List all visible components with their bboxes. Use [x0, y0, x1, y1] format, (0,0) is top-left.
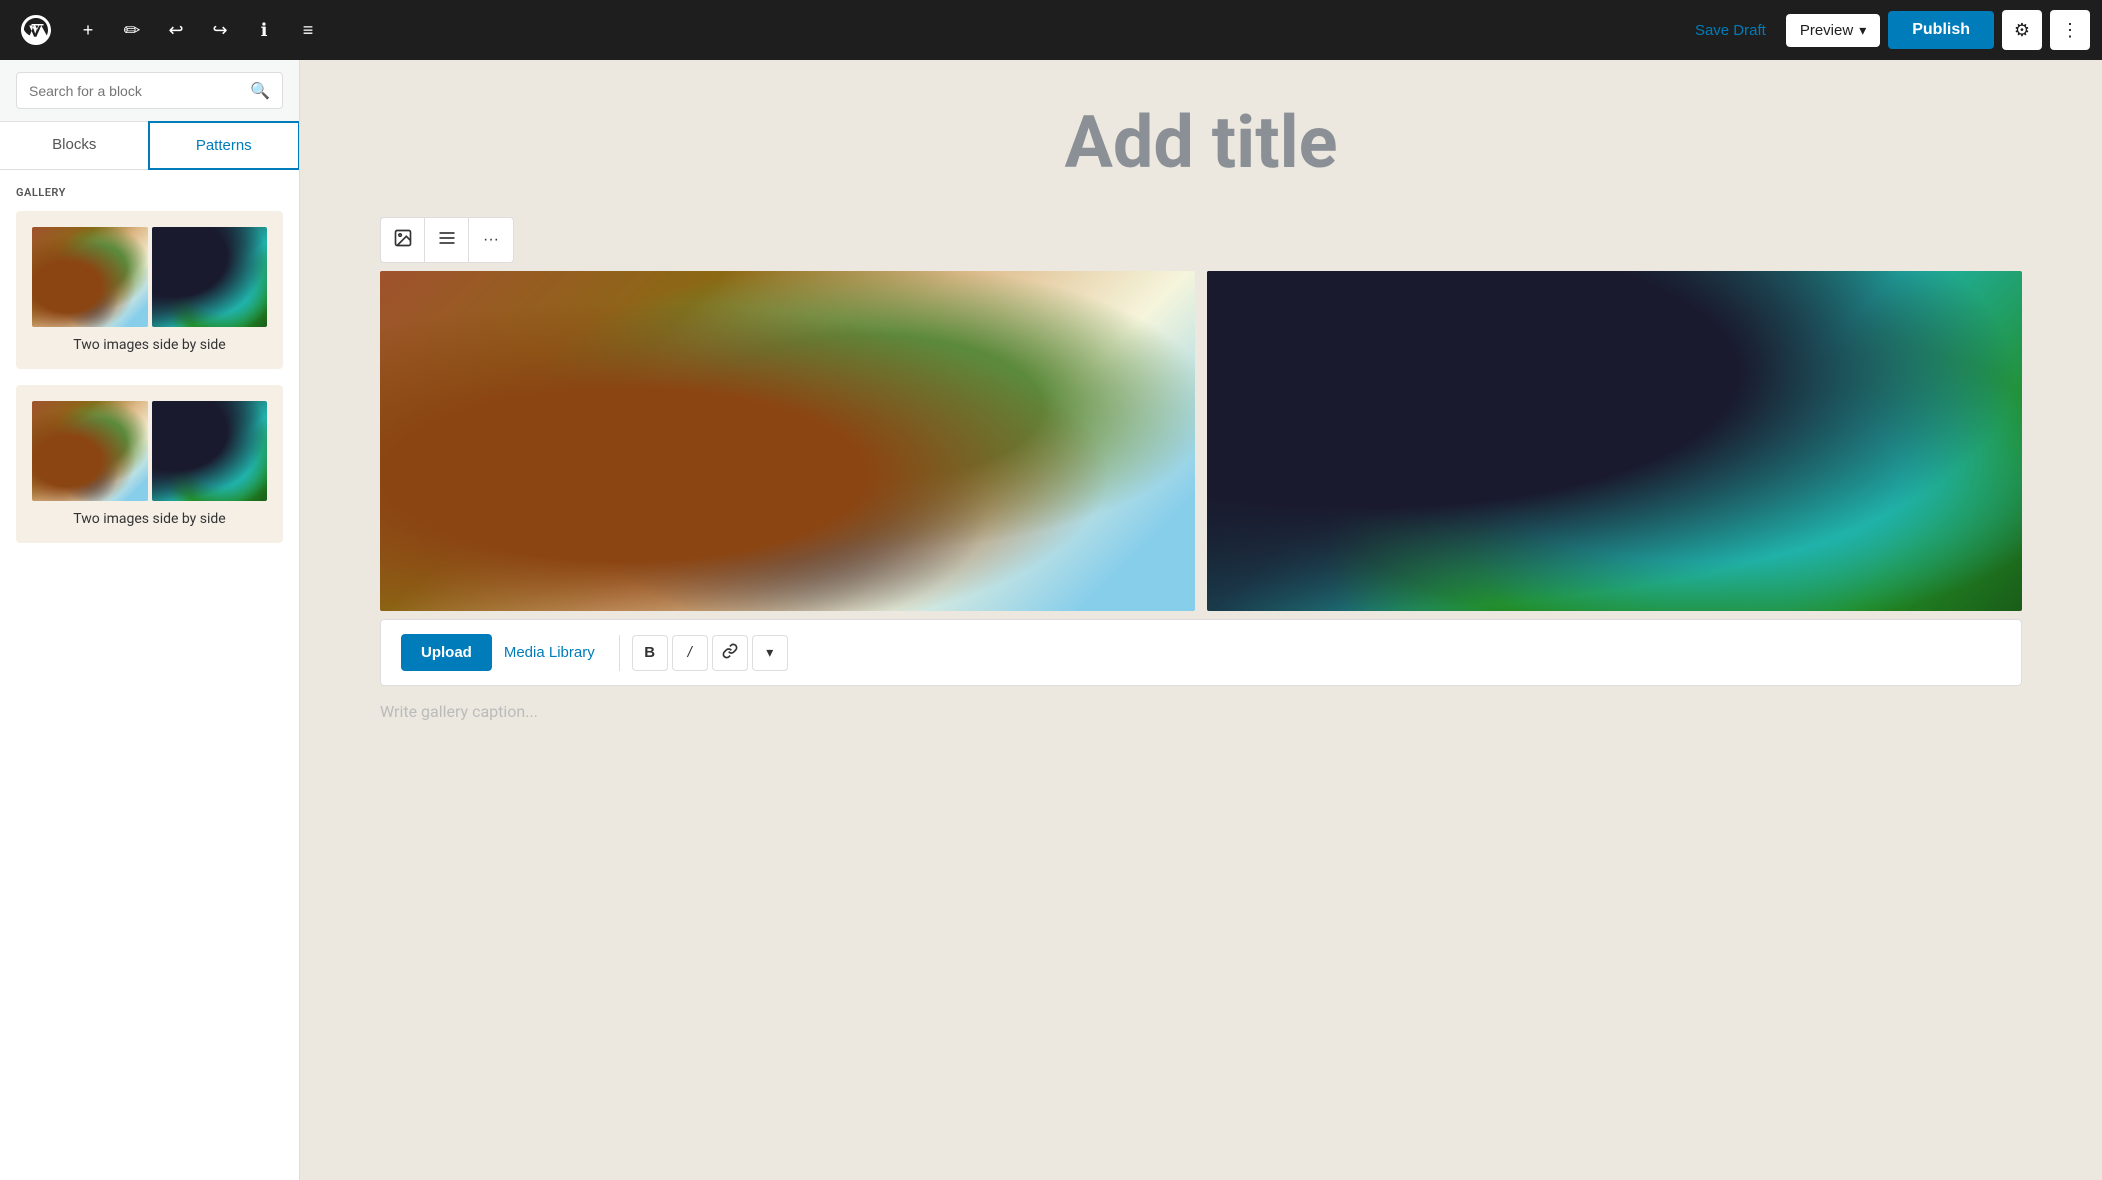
- tab-blocks[interactable]: Blocks: [0, 122, 149, 169]
- preview-label: Preview: [1800, 22, 1853, 39]
- gear-icon: ⚙: [2014, 20, 2030, 41]
- plus-icon: +: [83, 20, 94, 41]
- gallery-image-right-inner: [1207, 271, 2022, 611]
- gallery-section: GALLERY Two images side by side Two imag…: [0, 170, 299, 575]
- align-icon: [437, 228, 457, 253]
- preview-button[interactable]: Preview: [1786, 14, 1880, 47]
- main-toolbar: + ✏ ↩ ↪ ℹ ≡ Save Draft Preview Publish ⚙…: [0, 0, 2102, 60]
- search-icon: 🔍: [250, 81, 270, 100]
- upload-button[interactable]: Upload: [401, 634, 492, 671]
- undo-button[interactable]: ↩: [156, 10, 196, 50]
- pattern-label: Two images side by side: [32, 511, 267, 527]
- redo-button[interactable]: ↪: [200, 10, 240, 50]
- info-icon: ℹ: [261, 20, 268, 41]
- sidebar: 🔍 Blocks Patterns GALLERY Two images sid…: [0, 60, 300, 1180]
- bold-icon: B: [644, 644, 655, 661]
- tools-button[interactable]: ✏: [112, 10, 152, 50]
- add-block-button[interactable]: +: [68, 10, 108, 50]
- search-input[interactable]: [29, 83, 242, 99]
- pattern-images: [32, 227, 267, 327]
- pattern-card[interactable]: Two images side by side: [16, 385, 283, 543]
- search-box: 🔍: [16, 72, 283, 109]
- redo-icon: ↪: [212, 20, 227, 41]
- toolbar-right: Save Draft Preview Publish ⚙ ⋮: [1683, 10, 2090, 50]
- content-area: Add title: [300, 60, 2102, 1180]
- gallery-section-label: GALLERY: [16, 186, 283, 199]
- pattern-thumbnail-left: [32, 401, 148, 501]
- pattern-images: [32, 401, 267, 501]
- pencil-icon: ✏: [124, 18, 141, 43]
- italic-button[interactable]: /: [672, 635, 708, 671]
- more-formats-button[interactable]: [752, 635, 788, 671]
- save-draft-button[interactable]: Save Draft: [1683, 14, 1778, 47]
- italic-icon: /: [688, 644, 692, 661]
- align-button[interactable]: [425, 218, 469, 262]
- publish-button[interactable]: Publish: [1888, 11, 1994, 49]
- list-view-icon: ≡: [303, 20, 314, 41]
- pattern-thumbnail-left: [32, 227, 148, 327]
- gallery-image-left-inner: [380, 271, 1195, 611]
- gallery-block: [380, 271, 2022, 611]
- gallery-caption[interactable]: Write gallery caption...: [380, 694, 2022, 729]
- more-options-button[interactable]: ⋮: [2050, 10, 2090, 50]
- list-view-button[interactable]: ≡: [288, 10, 328, 50]
- page-title[interactable]: Add title: [380, 100, 2022, 185]
- gallery-icon: [393, 228, 413, 253]
- pattern-label: Two images side by side: [32, 337, 267, 353]
- gallery-icon-button[interactable]: [381, 218, 425, 262]
- more-options-icon: ···: [483, 231, 499, 249]
- tabs: Blocks Patterns: [0, 122, 299, 170]
- gallery-image-right[interactable]: [1207, 271, 2022, 611]
- upload-area: Upload Media Library B /: [380, 619, 2022, 686]
- more-block-options-button[interactable]: ···: [469, 218, 513, 262]
- pattern-thumbnail-right: [152, 227, 268, 327]
- wp-logo: [12, 0, 60, 60]
- chevron-down-icon: [1859, 22, 1866, 39]
- link-button[interactable]: [712, 635, 748, 671]
- format-toolbar: B /: [619, 635, 788, 671]
- link-icon: [722, 643, 738, 663]
- undo-icon: ↩: [168, 20, 183, 41]
- bold-button[interactable]: B: [632, 635, 668, 671]
- tab-patterns[interactable]: Patterns: [148, 121, 301, 170]
- media-library-button[interactable]: Media Library: [504, 644, 595, 661]
- gallery-image-left[interactable]: [380, 271, 1195, 611]
- info-button[interactable]: ℹ: [244, 10, 284, 50]
- main-layout: 🔍 Blocks Patterns GALLERY Two images sid…: [0, 60, 2102, 1180]
- pattern-card[interactable]: Two images side by side: [16, 211, 283, 369]
- settings-button[interactable]: ⚙: [2002, 10, 2042, 50]
- chevron-down-formats-icon: [766, 644, 773, 661]
- pattern-thumbnail-right: [152, 401, 268, 501]
- search-area: 🔍: [0, 60, 299, 122]
- block-toolbar: ···: [380, 217, 514, 263]
- more-icon: ⋮: [2061, 20, 2079, 41]
